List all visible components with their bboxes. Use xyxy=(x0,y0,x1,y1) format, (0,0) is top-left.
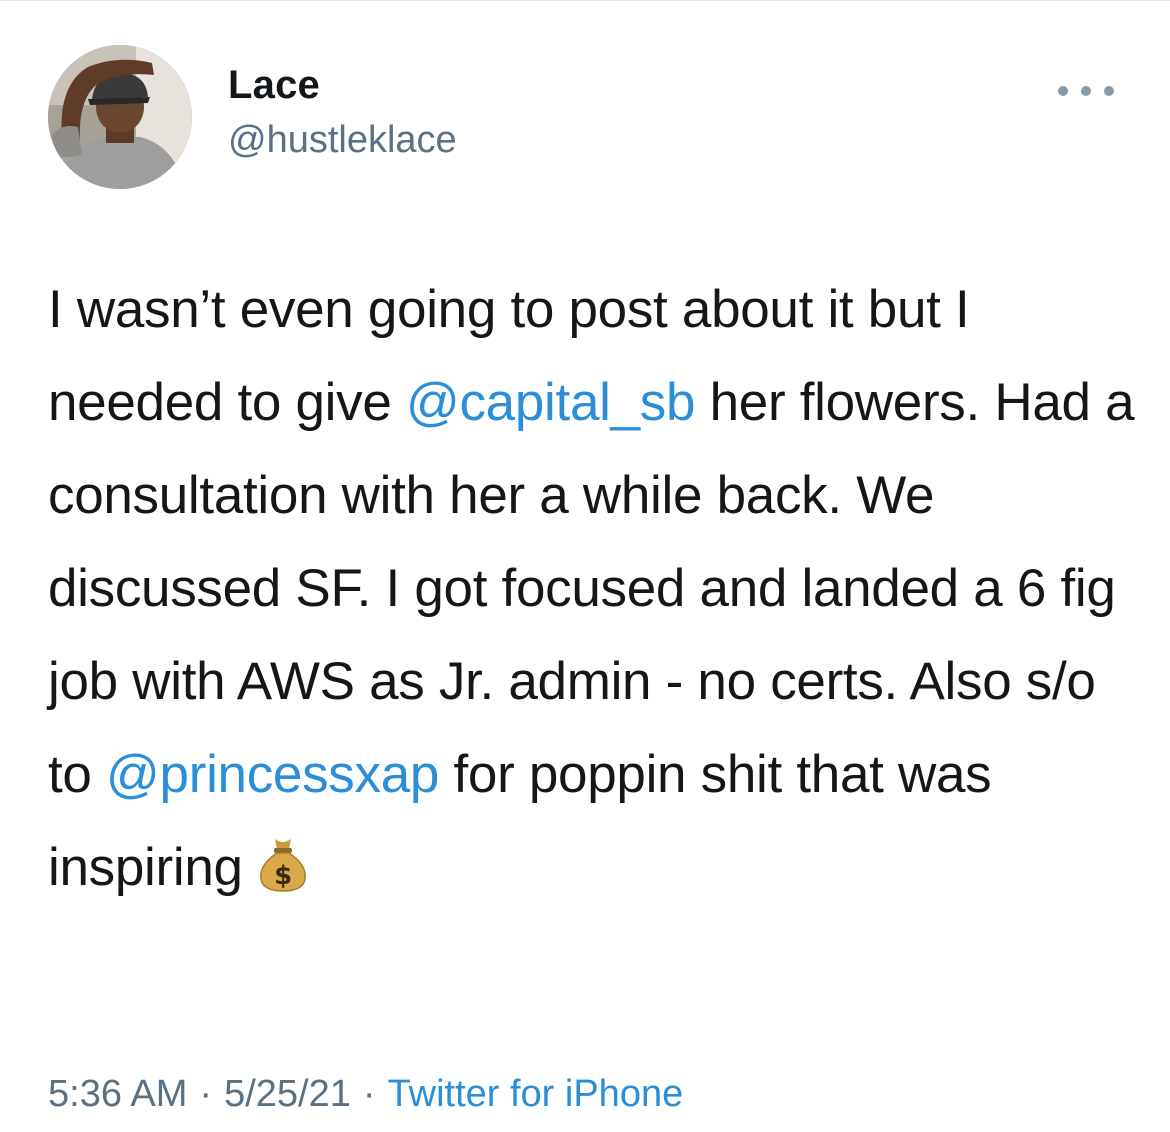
tweet-metadata: 5:36 AM · 5/25/21 · Twitter for iPhone xyxy=(48,1073,683,1116)
more-dot xyxy=(1104,86,1114,96)
tweet-text-part: her flowers. Had a consultation with her… xyxy=(48,373,1135,804)
author-handle[interactable]: @hustleklace xyxy=(228,119,457,162)
author-name[interactable]: Lace xyxy=(228,63,320,108)
tweet-card: Lace @hustleklace I wasn’t even going to… xyxy=(0,0,1170,1132)
more-options-icon[interactable] xyxy=(1058,81,1114,101)
mention-link[interactable]: @capital_sb xyxy=(406,373,695,432)
separator-dot: · xyxy=(199,1073,213,1115)
avatar[interactable] xyxy=(48,45,192,189)
mention-link[interactable]: @princessxap xyxy=(106,745,439,804)
more-dot xyxy=(1058,86,1068,96)
tweet-date[interactable]: 5/25/21 xyxy=(224,1073,351,1115)
tweet-time[interactable]: 5:36 AM xyxy=(48,1073,187,1115)
tweet-text: I wasn’t even going to post about it but… xyxy=(48,263,1138,922)
more-dot xyxy=(1081,86,1091,96)
avatar-photo xyxy=(48,45,192,189)
money-bag-icon: $ xyxy=(257,829,309,922)
svg-text:$: $ xyxy=(274,861,292,891)
separator-dot: · xyxy=(362,1073,376,1115)
tweet-source-link[interactable]: Twitter for iPhone xyxy=(388,1073,684,1115)
